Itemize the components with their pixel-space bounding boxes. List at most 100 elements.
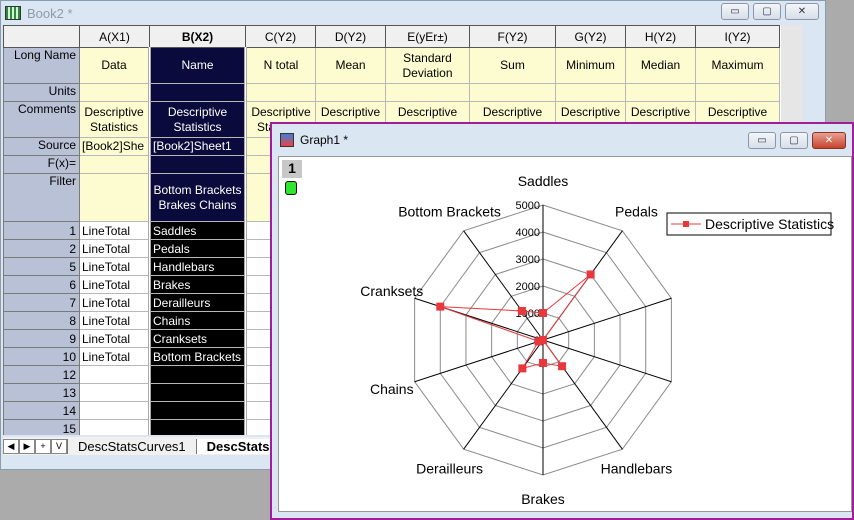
meta-cell-units[interactable] (695, 83, 780, 102)
category-label: Brakes (521, 491, 565, 507)
column-header[interactable]: F(Y2) (469, 25, 556, 48)
column-header[interactable]: B(X2) (149, 25, 246, 48)
data-cell-selected[interactable]: Chains (148, 311, 247, 330)
sheet-prev-button[interactable]: ◀ (3, 438, 19, 454)
data-cell-selected[interactable] (148, 419, 247, 435)
row-number[interactable]: 6 (3, 275, 80, 294)
data-cell-selected[interactable] (148, 401, 247, 420)
add-sheet-button[interactable]: + (35, 438, 51, 454)
category-label: Derailleurs (416, 461, 483, 477)
column-header[interactable]: A(X1) (79, 25, 150, 48)
close-button[interactable]: ✕ (785, 3, 819, 20)
category-label: Bottom Brackets (398, 203, 501, 219)
data-cell-selected[interactable]: Pedals (148, 239, 247, 258)
meta-cell-long_name[interactable]: Standard Deviation (385, 47, 470, 84)
row-number[interactable]: 1 (3, 221, 80, 240)
meta-cell-units[interactable] (385, 83, 470, 102)
row-number[interactable]: 10 (3, 347, 80, 366)
column-header[interactable]: C(Y2) (245, 25, 316, 48)
data-cell[interactable]: LineTotal (79, 293, 150, 312)
maximize-button[interactable]: ▢ (753, 3, 781, 20)
meta-cell-long_name[interactable]: Data (79, 47, 150, 84)
graph-window: Graph1 * ▭ ▢ ✕ 1 010002000300040005000Sa… (270, 122, 854, 520)
row-number[interactable]: 15 (3, 419, 80, 435)
axis-spoke (542, 297, 672, 341)
graph-titlebar[interactable]: Graph1 * ▭ ▢ ✕ (272, 124, 852, 156)
meta-cell-filter[interactable] (79, 173, 150, 222)
data-cell-selected[interactable] (148, 383, 247, 402)
meta-cell-comments[interactable]: Descriptive Statistics (148, 101, 247, 138)
row-number[interactable]: 14 (3, 401, 80, 420)
meta-cell-units[interactable] (315, 83, 386, 102)
data-cell[interactable] (79, 383, 150, 402)
meta-cell-long_name[interactable]: Minimum (555, 47, 626, 84)
data-cell[interactable]: LineTotal (79, 221, 150, 240)
data-cell[interactable]: LineTotal (79, 239, 150, 258)
sheet-list-button[interactable]: V (51, 438, 67, 454)
data-cell[interactable]: LineTotal (79, 275, 150, 294)
meta-cell-units[interactable] (625, 83, 696, 102)
meta-cell-long_name[interactable]: N total (245, 47, 316, 84)
data-cell[interactable]: LineTotal (79, 311, 150, 330)
meta-cell-long_name[interactable]: Sum (469, 47, 556, 84)
meta-cell-units[interactable] (469, 83, 556, 102)
data-cell-selected[interactable] (148, 365, 247, 384)
column-header[interactable]: D(Y2) (315, 25, 386, 48)
graph-close-button[interactable]: ✕ (812, 132, 846, 149)
data-cell-selected[interactable]: Bottom Brackets (148, 347, 247, 366)
workbook-titlebar[interactable]: Book2 * ▭ ▢ ✕ (1, 1, 825, 25)
axis-spoke (463, 339, 544, 450)
meta-cell-long_name[interactable]: Maximum (695, 47, 780, 84)
data-cell-selected[interactable]: Handlebars (148, 257, 247, 276)
data-cell-selected[interactable]: Saddles (148, 221, 247, 240)
data-cell[interactable]: LineTotal (79, 347, 150, 366)
row-number[interactable]: 9 (3, 329, 80, 348)
meta-cell-fx[interactable] (79, 155, 150, 174)
meta-cell-units[interactable] (148, 83, 247, 102)
column-header[interactable]: H(Y2) (625, 25, 696, 48)
sheet-next-button[interactable]: ▶ (19, 438, 35, 454)
meta-cell-filter[interactable]: Bottom Brackets Brakes Chains (148, 173, 247, 222)
plot-area[interactable]: 1 010002000300040005000SaddlesPedalsHand… (278, 156, 852, 512)
category-label: Chains (370, 381, 414, 397)
data-cell[interactable] (79, 401, 150, 420)
column-header[interactable]: G(Y2) (555, 25, 626, 48)
data-cell[interactable]: LineTotal (79, 329, 150, 348)
row-label-source: Source (3, 137, 80, 156)
legend-marker (683, 221, 689, 227)
meta-cell-source[interactable]: [Book2]Sheet1 (148, 137, 247, 156)
data-cell-selected[interactable]: Cranksets (148, 329, 247, 348)
meta-cell-long_name[interactable]: Mean (315, 47, 386, 84)
row-number[interactable]: 2 (3, 239, 80, 258)
meta-cell-long_name[interactable]: Median (625, 47, 696, 84)
row-number[interactable]: 12 (3, 365, 80, 384)
data-cell-selected[interactable]: Brakes (148, 275, 247, 294)
data-cell[interactable]: LineTotal (79, 257, 150, 276)
lock-icon[interactable] (285, 181, 297, 195)
meta-cell-units[interactable] (79, 83, 150, 102)
meta-cell-long_name[interactable]: Name (148, 47, 247, 84)
row-number[interactable]: 8 (3, 311, 80, 330)
row-number[interactable]: 13 (3, 383, 80, 402)
layer-indicator[interactable]: 1 (282, 160, 302, 178)
radial-tick-label: 3000 (516, 254, 540, 266)
column-header[interactable]: I(Y2) (695, 25, 780, 48)
data-cell[interactable] (79, 419, 150, 435)
data-point (517, 306, 526, 315)
data-point (534, 337, 543, 346)
row-number[interactable]: 7 (3, 293, 80, 312)
meta-cell-units[interactable] (245, 83, 316, 102)
sheet-tab[interactable]: DescStatsCurves1 (67, 438, 196, 454)
data-cell[interactable] (79, 365, 150, 384)
minimize-button[interactable]: ▭ (721, 3, 749, 20)
meta-cell-fx[interactable] (148, 155, 247, 174)
graph-minimize-button[interactable]: ▭ (748, 132, 776, 149)
meta-cell-units[interactable] (555, 83, 626, 102)
meta-cell-comments[interactable]: Descriptive Statistics (79, 101, 150, 138)
data-cell-selected[interactable]: Derailleurs (148, 293, 247, 312)
corner-cell[interactable] (3, 25, 80, 48)
graph-maximize-button[interactable]: ▢ (780, 132, 808, 149)
meta-cell-source[interactable]: [Book2]She (79, 137, 150, 156)
row-number[interactable]: 5 (3, 257, 80, 276)
column-header[interactable]: E(yEr±) (385, 25, 470, 48)
